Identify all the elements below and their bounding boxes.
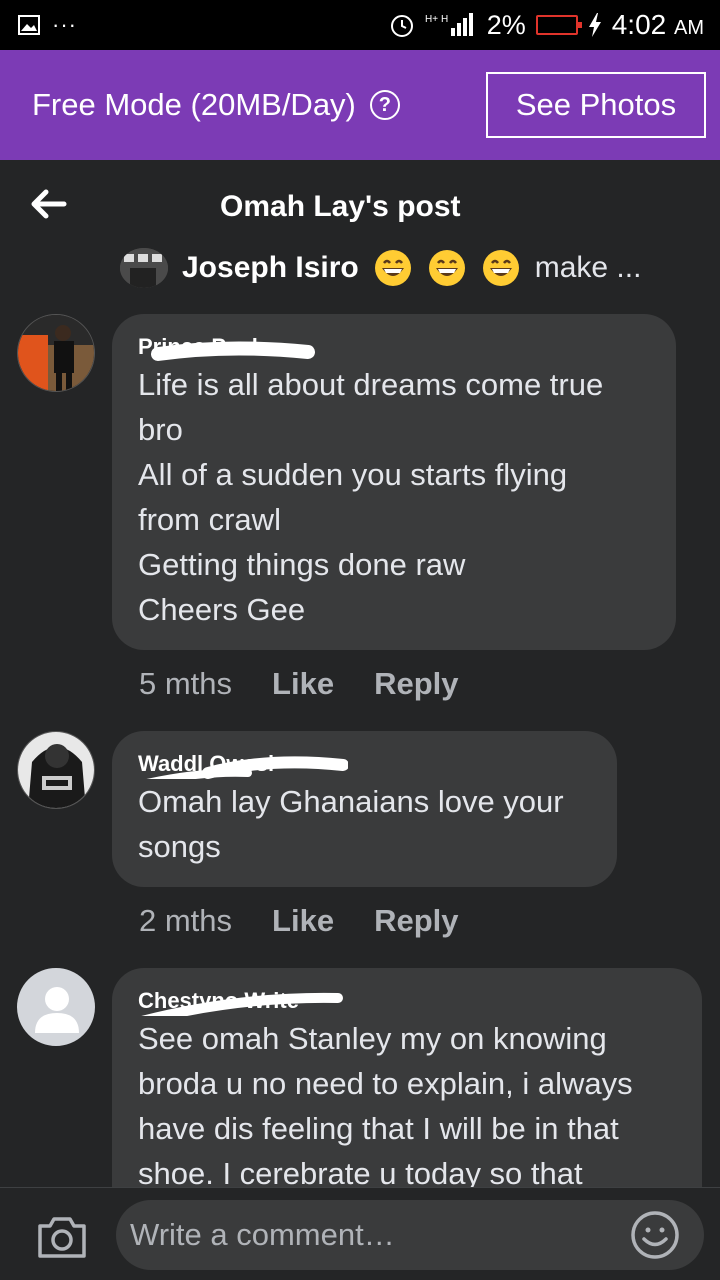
camera-icon[interactable] [36, 1214, 88, 1260]
comment-text: See omah Stanley my on knowing broda u n… [138, 1021, 633, 1191]
grinning-face-emoji-icon [374, 250, 411, 286]
clock: 4:02 AM [612, 9, 704, 41]
clock-time: 4:02 [611, 9, 667, 40]
comment-time[interactable]: 2 mths [139, 903, 232, 939]
notification-dots: ··· [52, 12, 77, 37]
like-button[interactable]: Like [272, 903, 334, 939]
reply-button[interactable]: Reply [374, 903, 458, 939]
comment-text: Life is all about dreams come true bro A… [138, 367, 604, 627]
comment-author[interactable]: Waddl Qwesi [138, 751, 591, 779]
comment-author[interactable]: Prince Paul [138, 334, 650, 362]
post-header: Omah Lay's post [0, 160, 720, 250]
page-title: Omah Lay's post [220, 190, 461, 223]
battery-percent: 2% [486, 9, 526, 40]
comment-composer [0, 1187, 720, 1280]
comment-bubble[interactable]: Prince Paul Life is all about dreams com… [112, 314, 676, 650]
signal-icon: H+ H [425, 13, 473, 36]
avatar-placeholder[interactable] [17, 968, 95, 1046]
status-bar: ··· H+ H 2% 4:02 AM [0, 0, 720, 50]
free-mode-label: Free Mode (20MB/Day) [32, 87, 356, 122]
charging-icon [588, 13, 601, 37]
help-icon[interactable]: ? [369, 90, 400, 120]
comment-input[interactable] [116, 1200, 704, 1270]
battery-icon [535, 15, 582, 35]
default-user-icon [18, 969, 94, 1045]
alarm-icon [390, 15, 413, 37]
reply-preview-text: make ... [534, 251, 642, 284]
reply-author-name[interactable]: Joseph Isiro [182, 251, 359, 285]
svg-text:H: H [441, 14, 448, 25]
grinning-face-emoji-icon [482, 250, 519, 286]
comment-actions: 2 mths Like Reply [139, 903, 458, 939]
avatar[interactable] [17, 314, 95, 392]
see-photos-button[interactable]: See Photos [486, 72, 706, 138]
free-mode-banner: Free Mode (20MB/Day) ? See Photos [0, 50, 720, 160]
reply-button[interactable]: Reply [374, 666, 458, 702]
emoji-picker-icon[interactable] [630, 1210, 680, 1260]
comment-text: Omah lay Ghanaians love your songs [138, 784, 564, 864]
comment-time[interactable]: 5 mths [139, 666, 232, 702]
gallery-icon [18, 15, 40, 35]
redaction-scribble [141, 992, 343, 1016]
svg-text:H+: H+ [425, 14, 438, 25]
redaction-scribble [151, 341, 315, 361]
like-button[interactable]: Like [272, 666, 334, 702]
grinning-face-emoji-icon [428, 250, 465, 286]
comment-bubble[interactable]: Waddl Qwesi Omah lay Ghanaians love your… [112, 731, 617, 887]
clock-ampm: AM [674, 17, 704, 39]
redaction-scribble [146, 756, 348, 779]
avatar [120, 248, 168, 288]
reply-preview[interactable]: Joseph Isiro make ... [120, 248, 641, 288]
comment-actions: 5 mths Like Reply [139, 666, 458, 702]
comment-author[interactable]: Chestyno Write [138, 988, 676, 1016]
back-arrow-icon[interactable] [28, 184, 68, 224]
avatar[interactable] [17, 731, 95, 809]
